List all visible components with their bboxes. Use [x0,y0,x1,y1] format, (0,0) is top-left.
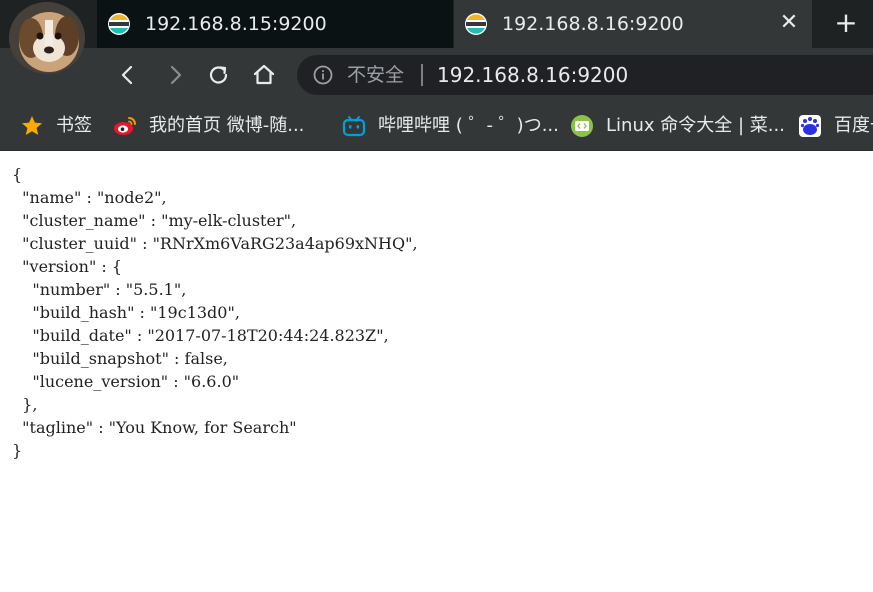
json-line: "cluster_name" : "my-elk-cluster", [12,211,297,230]
tab-inactive[interactable]: 192.168.8.15:9200 [97,0,453,48]
json-line: "version" : { [12,257,123,276]
close-tab-icon[interactable]: ✕ [776,10,802,36]
info-icon[interactable] [313,65,333,85]
bookmarks-bar: 书签 我的首页 微博-随... 哔哩哔哩 ( ゜- ゜)つ... Linux 命… [0,102,873,151]
json-response: { "name" : "node2", "cluster_name" : "my… [12,163,418,462]
bilibili-icon [342,114,366,138]
json-line: "lucene_version" : "6.6.0" [12,372,240,391]
home-button[interactable] [247,58,281,92]
json-line: } [12,441,23,460]
bookmark-label: 书签 [56,115,92,136]
json-line: "name" : "node2", [12,188,167,207]
page-content: { "name" : "node2", "cluster_name" : "my… [0,151,873,592]
tab-active[interactable]: 192.168.8.16:9200 ✕ [454,0,812,48]
elasticsearch-icon [464,12,488,36]
baidu-icon [798,114,822,138]
bookmark-label: Linux 命令大全 | 菜... [606,115,785,136]
back-button[interactable] [111,58,145,92]
tab-title: 192.168.8.16:9200 [502,13,684,35]
json-line: "build_snapshot" : false, [12,349,228,368]
home-icon [253,64,275,85]
url-text[interactable]: 192.168.8.16:9200 [437,63,628,87]
json-line: }, [12,395,38,414]
forward-arrow-icon [170,65,182,85]
tab-title: 192.168.8.15:9200 [145,13,327,35]
reload-button[interactable] [202,58,236,92]
security-status-label[interactable]: 不安全 [347,63,404,87]
new-tab-button[interactable]: + [829,8,863,40]
bookmark-label: 我的首页 微博-随... [149,115,305,136]
address-bar[interactable]: 不安全 192.168.8.16:9200 [297,55,873,95]
tab-strip: 192.168.8.15:9200 192.168.8.16:9200 ✕ + [0,0,873,48]
reload-icon [209,66,228,84]
json-line: "number" : "5.5.1", [12,280,187,299]
runoob-icon [570,114,594,138]
back-arrow-icon [121,65,133,85]
json-line: "build_date" : "2017-07-18T20:44:24.823Z… [12,326,389,345]
browser-toolbar: 不安全 192.168.8.16:9200 [0,48,873,102]
omnibox-divider [421,64,423,86]
forward-button[interactable] [158,58,192,92]
star-icon [20,114,44,138]
json-line: "build_hash" : "19c13d0", [12,303,240,322]
bookmark-label: 百度一 [834,115,873,136]
weibo-icon [113,114,137,138]
json-line: "tagline" : "You Know, for Search" [12,418,297,437]
profile-avatar[interactable] [9,2,85,74]
bookmark-label: 哔哩哔哩 ( ゜- ゜)つ... [378,115,559,136]
json-line: "cluster_uuid" : "RNrXm6VaRG23a4ap69xNHQ… [12,234,418,253]
elasticsearch-icon [107,12,131,36]
json-line: { [12,165,23,184]
